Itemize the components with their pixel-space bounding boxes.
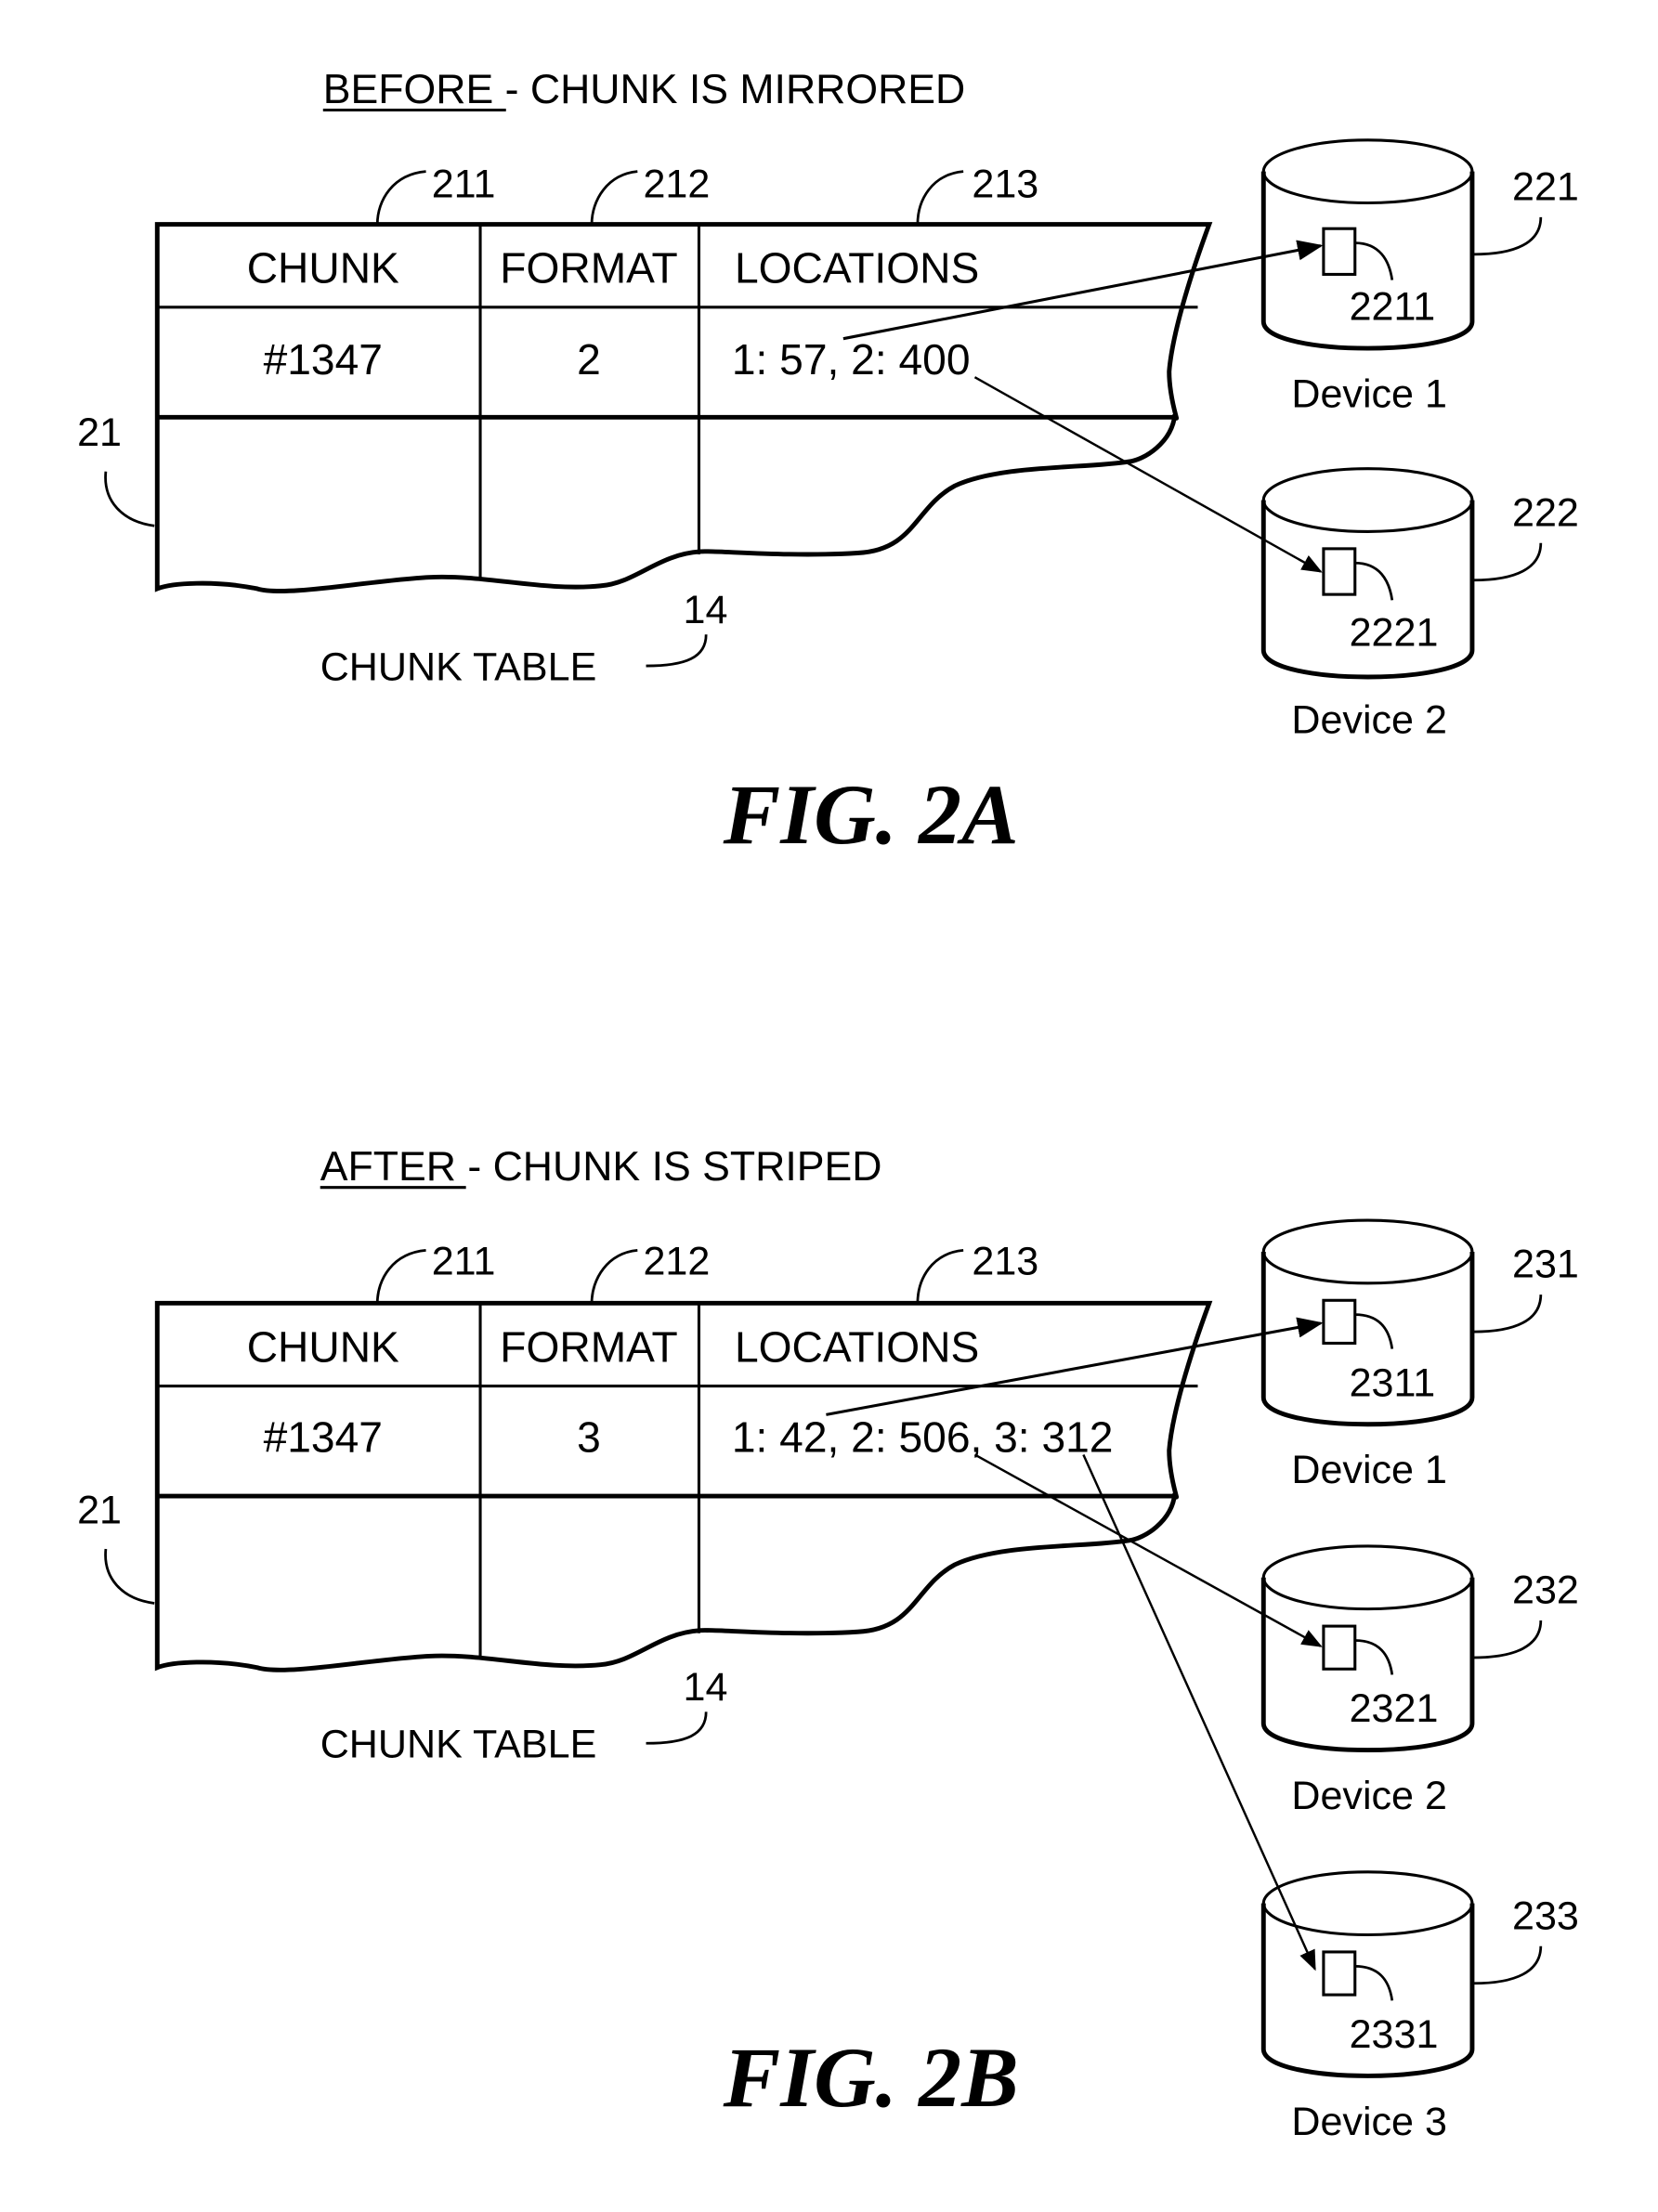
cell-chunk: #1347: [264, 1412, 383, 1461]
heading: BEFORE - CHUNK IS MIRRORED: [323, 67, 966, 112]
ref-leader: [1354, 1313, 1394, 1349]
cell-format: 2: [577, 335, 601, 384]
heading-rest: - CHUNK IS MIRRORED: [493, 67, 965, 112]
heading-rest: - CHUNK IS STRIPED: [456, 1144, 882, 1190]
ref-leader: [1473, 1945, 1543, 1985]
device-ref: 231: [1512, 1243, 1579, 1287]
ref-14: 14: [684, 1665, 728, 1710]
data-block: [1322, 1950, 1357, 1997]
cylinder-top: [1261, 138, 1474, 205]
data-block: [1322, 1624, 1357, 1671]
figure-caption: FIG. 2B: [723, 2030, 1019, 2125]
device-label: Device 2: [1291, 697, 1447, 742]
table-label: CHUNK TABLE: [320, 644, 597, 689]
block-ref: 2311: [1350, 1360, 1436, 1405]
cell-format: 3: [577, 1412, 601, 1461]
ref-213: 213: [972, 1240, 1038, 1284]
device-label: Device 1: [1291, 372, 1447, 417]
ref-leader: [590, 1249, 638, 1304]
column-header-chunk: CHUNK: [247, 244, 399, 293]
column-header-locations: LOCATIONS: [735, 244, 979, 293]
patent-figure-sheet: BEFORE - CHUNK IS MIRRORED CHUNK FORMAT …: [77, 67, 1579, 2144]
ref-21: 21: [77, 410, 122, 455]
ref-leader: [104, 471, 155, 527]
ref-leader: [590, 170, 638, 225]
heading: AFTER - CHUNK IS STRIPED: [320, 1144, 882, 1190]
ref-leader: [1473, 1620, 1543, 1659]
ref-14: 14: [684, 588, 728, 632]
ref-leader: [646, 1711, 708, 1745]
ref-213: 213: [972, 162, 1038, 206]
figure-caption: FIG. 2A: [723, 767, 1019, 862]
cylinder-top: [1261, 1544, 1474, 1611]
column-header-chunk: CHUNK: [247, 1322, 399, 1371]
cylinder-top: [1261, 467, 1474, 533]
device-ref: 232: [1512, 1568, 1579, 1612]
cylinder-top: [1261, 1218, 1474, 1285]
ref-212: 212: [643, 1240, 710, 1284]
device-ref: 233: [1512, 1893, 1579, 1938]
cell-chunk: #1347: [264, 335, 383, 384]
device-2: 2221 Device 2 222: [1260, 467, 1579, 742]
ref-211: 211: [432, 162, 496, 206]
cell-locations: 1: 57, 2: 400: [732, 335, 971, 384]
arrow-to-block-2221: [973, 376, 1323, 573]
data-block: [1322, 227, 1357, 276]
figure-2b: AFTER - CHUNK IS STRIPED CHUNK FORMAT LO…: [77, 1144, 1579, 2144]
block-ref: 2211: [1350, 285, 1436, 330]
heading-emphasis: BEFORE: [323, 67, 493, 112]
heading-emphasis: AFTER: [320, 1144, 456, 1190]
block-ref: 2321: [1350, 1686, 1439, 1731]
data-block: [1322, 547, 1357, 596]
figure-2a: BEFORE - CHUNK IS MIRRORED CHUNK FORMAT …: [77, 67, 1579, 862]
table-label: CHUNK TABLE: [320, 1723, 597, 1767]
device-label: Device 2: [1291, 1774, 1447, 1818]
ref-leader: [916, 170, 964, 225]
ref-21: 21: [77, 1488, 122, 1532]
ref-leader: [1354, 1964, 1394, 2001]
device-2: 2321 Device 2 232: [1260, 1544, 1579, 1818]
device-1: 2211 Device 1 221: [1260, 138, 1579, 417]
chunk-table: CHUNK FORMAT LOCATIONS #1347 3 1: 42, 2:…: [154, 1300, 1213, 1672]
column-header-format: FORMAT: [500, 244, 677, 293]
device-ref: 222: [1512, 490, 1579, 535]
ref-leader: [1473, 542, 1543, 582]
ref-leader: [1473, 1295, 1543, 1334]
ref-212: 212: [643, 162, 710, 206]
ref-leader: [916, 1249, 964, 1304]
ref-leader: [1354, 241, 1394, 280]
ref-211: 211: [432, 1240, 496, 1284]
device-3: 2331 Device 3 233: [1260, 1870, 1579, 2144]
chunk-table: CHUNK FORMAT LOCATIONS #1347 2 1: 57, 2:…: [154, 222, 1213, 593]
ref-leader: [1473, 216, 1543, 256]
arrow-to-block-2331: [1082, 1453, 1316, 1971]
device-ref: 221: [1512, 164, 1579, 209]
device-label: Device 1: [1291, 1448, 1447, 1492]
block-ref: 2221: [1350, 611, 1439, 656]
ref-leader: [1354, 561, 1394, 601]
ref-leader: [104, 1548, 155, 1605]
column-header-format: FORMAT: [500, 1322, 677, 1371]
ref-leader: [375, 1249, 426, 1304]
device-1: 2311 Device 1 231: [1260, 1218, 1579, 1492]
ref-leader: [646, 634, 708, 668]
cell-locations: 1: 42, 2: 506, 3: 312: [732, 1412, 1114, 1461]
data-block: [1322, 1298, 1357, 1345]
block-ref: 2331: [1350, 2012, 1439, 2057]
ref-leader: [1354, 1639, 1394, 1675]
column-header-locations: LOCATIONS: [735, 1322, 979, 1371]
ref-leader: [375, 170, 426, 225]
device-label: Device 3: [1291, 2100, 1447, 2144]
